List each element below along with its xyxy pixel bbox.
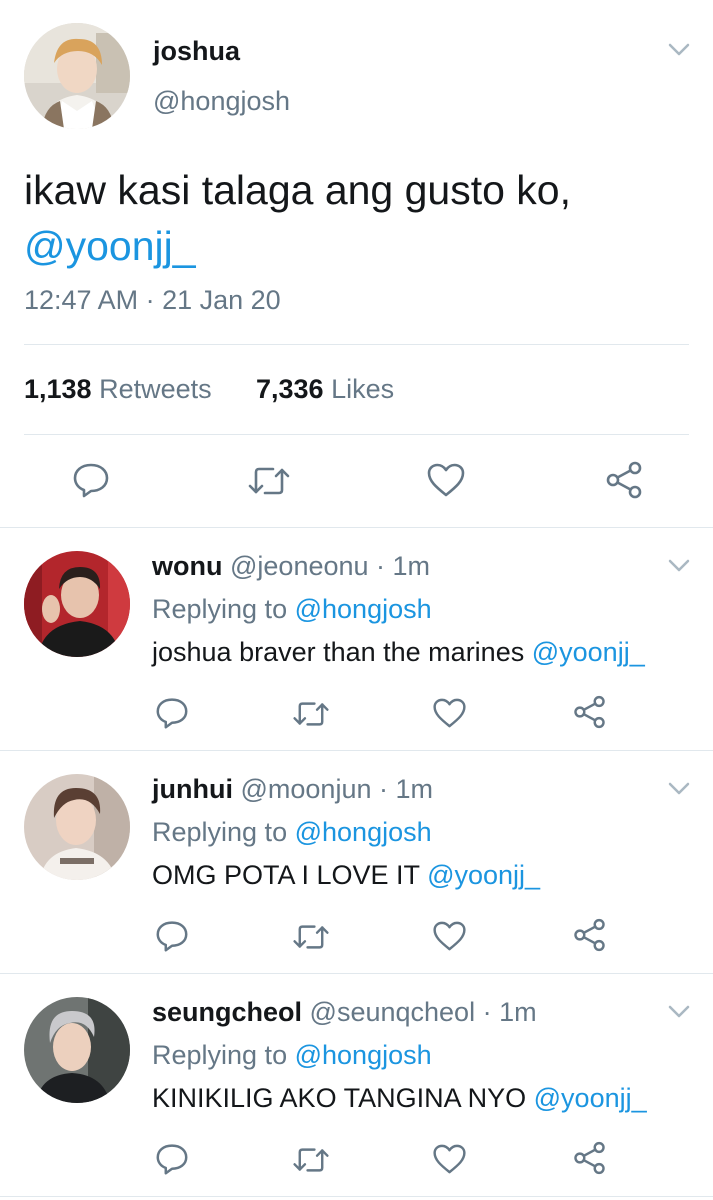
like-icon[interactable] — [432, 1143, 467, 1175]
replying-to-link[interactable]: @hongjosh — [295, 594, 432, 624]
chevron-down-icon[interactable] — [667, 42, 691, 58]
author-handle[interactable]: @hongjosh — [153, 86, 290, 117]
divider — [0, 973, 713, 974]
divider — [24, 344, 689, 345]
avatar[interactable] — [24, 23, 130, 129]
author-name[interactable]: junhui — [152, 774, 233, 804]
share-icon[interactable] — [572, 918, 607, 952]
reply-text: OMG POTA I LOVE IT @yoonjj_ — [152, 859, 540, 891]
reply-header: wonu @jeoneonu · 1m — [152, 550, 430, 582]
like-icon[interactable] — [432, 920, 467, 952]
replying-to: Replying to @hongjosh — [152, 816, 432, 848]
chevron-down-icon[interactable] — [667, 1004, 691, 1020]
reply-body: KINIKILIG AKO TANGINA NYO — [152, 1083, 527, 1113]
replying-label: Replying to — [152, 817, 288, 847]
chevron-down-icon[interactable] — [667, 558, 691, 574]
retweet-icon[interactable] — [292, 699, 330, 729]
reply-icon[interactable] — [155, 697, 189, 729]
reply-header: junhui @moonjun · 1m — [152, 773, 433, 805]
replying-to: Replying to @hongjosh — [152, 593, 432, 625]
retweet-icon[interactable] — [292, 1145, 330, 1175]
author-handle[interactable]: @seunqcheol — [310, 997, 476, 1027]
avatar[interactable] — [24, 774, 130, 880]
avatar[interactable] — [24, 997, 130, 1103]
divider — [0, 1196, 713, 1197]
tweet-timestamp[interactable]: 12:47 AM · 21 Jan 20 — [24, 285, 281, 316]
reply-body: OMG POTA I LOVE IT — [152, 860, 420, 890]
retweets-stat[interactable]: 1,138 Retweets — [24, 374, 212, 405]
divider — [0, 527, 713, 528]
reply-header: seungcheol @seunqcheol · 1m — [152, 996, 537, 1028]
mention-link[interactable]: @yoonjj_ — [534, 1083, 647, 1113]
replying-to-link[interactable]: @hongjosh — [295, 1040, 432, 1070]
likes-label: Likes — [331, 374, 395, 404]
reply-icon[interactable] — [155, 920, 189, 952]
reply-icon[interactable] — [155, 1143, 189, 1175]
retweet-icon[interactable] — [247, 464, 291, 498]
reply-icon[interactable] — [72, 462, 110, 498]
divider — [24, 434, 689, 435]
replying-label: Replying to — [152, 1040, 288, 1070]
likes-stat[interactable]: 7,336 Likes — [256, 374, 394, 405]
author-handle[interactable]: @jeoneonu — [230, 551, 369, 581]
avatar[interactable] — [24, 551, 130, 657]
mention-link[interactable]: @yoonjj_ — [24, 220, 196, 272]
retweet-icon[interactable] — [292, 922, 330, 952]
divider — [0, 750, 713, 751]
replying-to-link[interactable]: @hongjosh — [295, 817, 432, 847]
mention-link[interactable]: @yoonjj_ — [427, 860, 540, 890]
like-icon[interactable] — [426, 462, 466, 498]
retweets-label: Retweets — [99, 374, 212, 404]
reply-time: · 1m — [379, 774, 433, 804]
mention-link[interactable]: @yoonjj_ — [532, 637, 645, 667]
author-name[interactable]: joshua — [153, 36, 240, 67]
replying-to: Replying to @hongjosh — [152, 1039, 432, 1071]
author-name[interactable]: seungcheol — [152, 997, 302, 1027]
share-icon[interactable] — [604, 461, 644, 499]
chevron-down-icon[interactable] — [667, 781, 691, 797]
tweet-text: ikaw kasi talaga ang gusto ko, — [24, 167, 571, 213]
share-icon[interactable] — [572, 1141, 607, 1175]
reply-text: KINIKILIG AKO TANGINA NYO @yoonjj_ — [152, 1082, 647, 1114]
replying-label: Replying to — [152, 594, 288, 624]
retweets-count: 1,138 — [24, 374, 92, 404]
author-name[interactable]: wonu — [152, 551, 222, 581]
reply-text: joshua braver than the marines @yoonjj_ — [152, 636, 645, 668]
share-icon[interactable] — [572, 695, 607, 729]
author-handle[interactable]: @moonjun — [241, 774, 372, 804]
like-icon[interactable] — [432, 697, 467, 729]
reply-time: · 1m — [482, 997, 537, 1027]
reply-time: · 1m — [376, 551, 431, 581]
reply-body: joshua braver than the marines — [152, 637, 525, 667]
likes-count: 7,336 — [256, 374, 324, 404]
